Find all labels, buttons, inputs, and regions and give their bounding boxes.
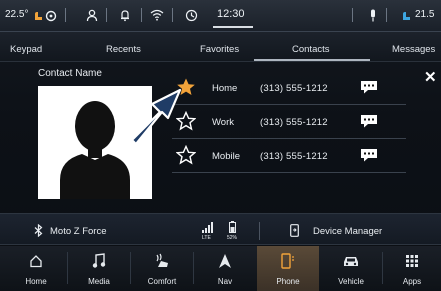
nav-label: Nav	[217, 277, 233, 286]
phone-number[interactable]: (313) 555-1212	[260, 117, 328, 128]
nav-label: Phone	[276, 277, 300, 286]
tab-messages[interactable]: Messages	[392, 44, 435, 55]
message-icon[interactable]	[360, 80, 378, 94]
nav-apps[interactable]: Apps	[383, 246, 441, 291]
wifi-icon[interactable]	[150, 9, 164, 21]
heated-seat-icon[interactable]	[32, 10, 44, 22]
status-divider	[65, 8, 66, 22]
number-type-label: Home	[212, 83, 238, 94]
number-row-work[interactable]: Work (313) 555-1212	[172, 106, 406, 139]
nav-label: Vehicle	[338, 277, 364, 286]
nav-phone[interactable]: Phone	[257, 246, 319, 291]
favorite-star-outline-icon[interactable]	[176, 145, 196, 165]
phone-number[interactable]: (313) 555-1212	[260, 151, 328, 162]
nav-media[interactable]: Media	[68, 246, 130, 291]
tab-contacts[interactable]: Contacts	[292, 44, 330, 55]
number-type-label: Mobile	[212, 151, 240, 162]
car-icon	[344, 257, 358, 266]
number-row-home[interactable]: Home (313) 555-1212	[172, 72, 406, 105]
nav-vehicle[interactable]: Vehicle	[320, 246, 382, 291]
clock: 12:30	[217, 8, 245, 20]
status-divider	[106, 8, 107, 22]
battery-level-label: 52%	[227, 235, 238, 241]
passenger-temperature[interactable]: 21.5	[415, 9, 434, 20]
device-manager-icon[interactable]	[290, 224, 299, 237]
connected-device-name[interactable]: Moto Z Force	[50, 226, 107, 237]
seat-heat-icon	[156, 253, 168, 267]
nav-label: Media	[88, 277, 110, 286]
device-manager-button[interactable]: Device Manager	[313, 226, 382, 237]
microphone-icon[interactable]	[369, 9, 377, 22]
active-tab-indicator	[254, 59, 370, 61]
user-profile-icon[interactable]	[86, 9, 98, 22]
nav-label: Comfort	[147, 277, 177, 286]
uconnect-screen: 22.5° 12:30 21.5 Keypad Recents Favorite…	[0, 0, 441, 291]
bluetooth-icon	[34, 224, 43, 237]
contact-name-label: Contact Name	[38, 68, 102, 79]
message-icon[interactable]	[360, 114, 378, 128]
clock-underline	[213, 26, 253, 28]
device-bar: Moto Z Force LTE 52% Device Manager	[0, 213, 441, 245]
nav-comfort[interactable]: Comfort	[131, 246, 193, 291]
status-divider	[386, 8, 387, 22]
home-icon	[30, 255, 42, 268]
heated-wheel-icon[interactable]	[45, 10, 57, 22]
tab-keypad[interactable]: Keypad	[10, 44, 42, 55]
notification-bell-icon[interactable]	[119, 9, 131, 22]
apps-grid-icon	[406, 255, 418, 267]
device-bar-divider	[259, 222, 260, 240]
nav-label: Home	[25, 277, 47, 286]
tab-favorites[interactable]: Favorites	[200, 44, 239, 55]
driver-assist-icon[interactable]	[185, 9, 198, 22]
status-bar: 22.5° 12:30 21.5	[0, 0, 441, 32]
status-divider	[172, 8, 173, 22]
number-row-mobile[interactable]: Mobile (313) 555-1212	[172, 140, 406, 173]
bottom-nav: Home Media Comfort Nav Phone Vehicle App…	[0, 246, 441, 291]
message-icon[interactable]	[360, 148, 378, 162]
driver-temperature[interactable]: 22.5°	[5, 9, 28, 20]
phone-number[interactable]: (313) 555-1212	[260, 83, 328, 94]
status-divider	[352, 8, 353, 22]
close-icon[interactable]: ✕	[424, 68, 437, 86]
nav-label: Apps	[402, 277, 422, 286]
phone-tabs: Keypad Recents Favorites Contacts Messag…	[0, 32, 441, 62]
navigation-arrow-icon	[219, 254, 231, 268]
music-note-icon	[92, 253, 106, 268]
status-divider	[141, 8, 142, 22]
phone-icon	[281, 253, 294, 269]
passenger-seat-icon[interactable]	[400, 10, 412, 22]
nav-nav[interactable]: Nav	[194, 246, 256, 291]
callout-arrow-icon	[130, 88, 182, 146]
signal-strength-icon	[202, 222, 213, 233]
number-type-label: Work	[212, 117, 234, 128]
signal-type-label: LTE	[202, 235, 211, 241]
battery-icon	[229, 221, 236, 233]
tab-recents[interactable]: Recents	[106, 44, 141, 55]
nav-home[interactable]: Home	[5, 246, 67, 291]
